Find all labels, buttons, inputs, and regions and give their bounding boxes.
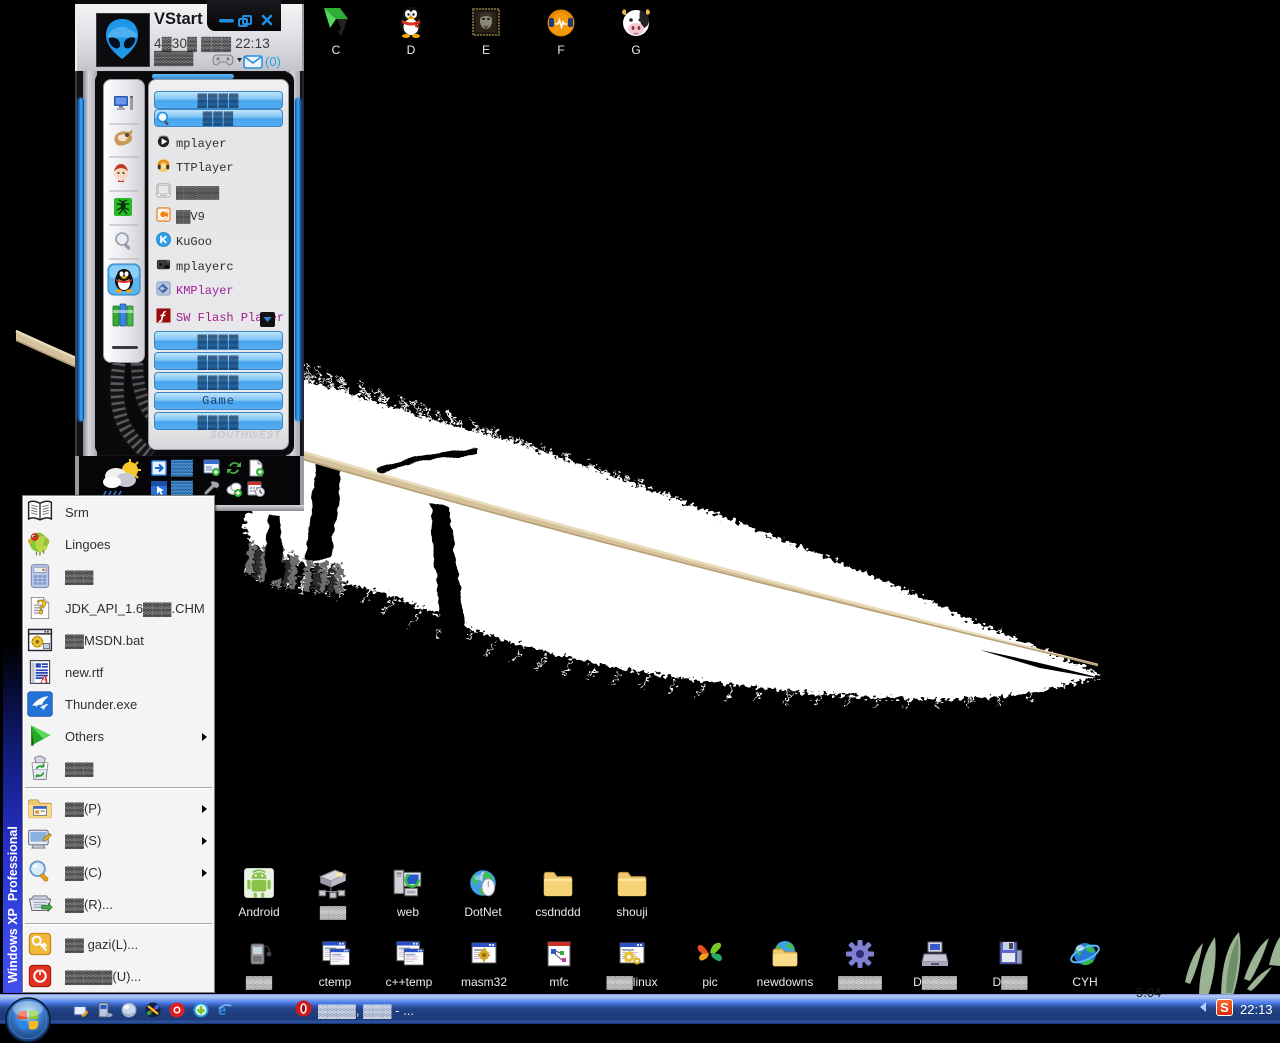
svg-text:A: A [40, 674, 49, 686]
svg-text:?: ? [37, 595, 48, 619]
